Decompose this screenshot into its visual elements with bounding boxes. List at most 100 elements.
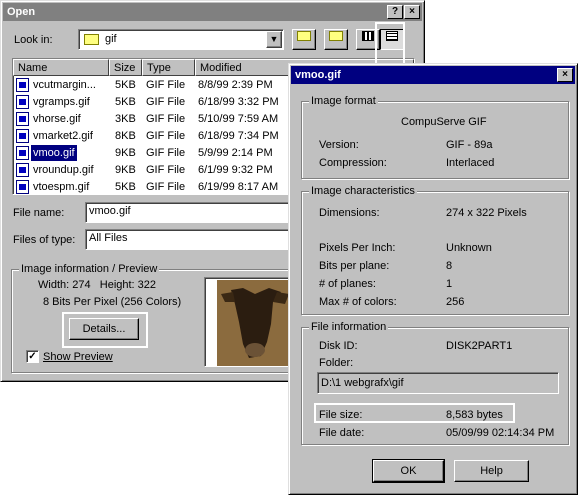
look-in-value: gif xyxy=(105,33,117,45)
info-dialog-titlebar[interactable]: vmoo.gif × xyxy=(291,66,575,84)
file-name-input[interactable]: vmoo.gif xyxy=(85,202,295,223)
folder-icon xyxy=(84,34,99,45)
file-name: vhorse.gif xyxy=(33,113,81,125)
open-dialog-titlebar[interactable]: Open ? × xyxy=(3,3,422,21)
compression-value: Interlaced xyxy=(446,157,495,169)
gif-file-icon xyxy=(16,129,29,143)
chevron-down-icon[interactable]: ▼ xyxy=(266,31,282,48)
list-view-button[interactable] xyxy=(356,29,380,50)
format-name: CompuServe GIF xyxy=(401,116,487,128)
file-name-label: File name: xyxy=(13,207,65,219)
look-in-combo[interactable]: gif ▼ xyxy=(78,29,284,50)
gif-file-icon xyxy=(16,78,29,92)
file-type: GIF File xyxy=(146,164,186,176)
up-folder-icon xyxy=(297,31,311,41)
info-dialog-title: vmoo.gif xyxy=(295,69,341,81)
file-name: vcutmargin... xyxy=(33,79,96,91)
file-size-value: 8,583 bytes xyxy=(446,409,503,421)
close-button[interactable]: × xyxy=(404,5,420,19)
dimensions-label: Dimensions: xyxy=(319,207,380,219)
checkmark-icon: ✓ xyxy=(28,351,37,362)
max-colors-value: 256 xyxy=(446,296,465,308)
file-size: 3KB xyxy=(115,113,136,125)
ok-button[interactable]: OK xyxy=(372,459,445,483)
image-format-label: Image format xyxy=(309,95,378,107)
file-name: vtoespm.gif xyxy=(33,181,90,193)
details-view-button[interactable] xyxy=(380,29,404,50)
file-name: vmarket2.gif xyxy=(33,130,93,142)
column-header-size[interactable]: Size xyxy=(109,59,142,76)
width-height-text: Width: 274 Height: 322 xyxy=(38,279,157,291)
details-view-icon xyxy=(386,31,398,41)
version-label: Version: xyxy=(319,139,359,151)
max-colors-label: Max # of colors: xyxy=(319,296,397,308)
gif-file-icon xyxy=(16,112,29,126)
compression-label: Compression: xyxy=(319,157,387,169)
file-size: 9KB xyxy=(115,147,136,159)
list-view-icon xyxy=(362,31,374,41)
file-name: vroundup.gif xyxy=(33,164,94,176)
ppi-value: Unknown xyxy=(446,242,492,254)
folder-label: Folder: xyxy=(319,357,354,369)
ppi-label: Pixels Per Inch: xyxy=(319,242,396,254)
show-preview-label: Show Preview xyxy=(43,351,113,363)
file-type: GIF File xyxy=(146,147,186,159)
files-of-type-label: Files of type: xyxy=(13,234,76,246)
file-modified: 6/1/99 9:32 PM xyxy=(198,164,273,176)
file-name: vgramps.gif xyxy=(33,96,90,108)
disk-id-value: DISK2PART1 xyxy=(446,340,513,352)
details-button[interactable]: Details... xyxy=(69,318,139,340)
open-dialog-title: Open xyxy=(7,6,36,18)
file-size: 5KB xyxy=(115,96,136,108)
cow-preview-image xyxy=(217,280,291,366)
image-info-preview-label: Image information / Preview xyxy=(19,263,160,275)
disk-id-label: Disk ID: xyxy=(319,340,358,352)
close-button[interactable]: × xyxy=(557,68,573,82)
new-folder-icon xyxy=(329,31,343,41)
file-size-label: File size: xyxy=(319,409,363,421)
version-value: GIF - 89a xyxy=(446,139,493,151)
file-date-value: 05/09/99 02:14:34 PM xyxy=(446,427,555,439)
gif-file-icon xyxy=(16,146,29,160)
preview-pane xyxy=(204,277,294,367)
image-characteristics-label: Image characteristics xyxy=(309,185,417,197)
planes-value: 1 xyxy=(446,278,453,290)
help-button[interactable]: Help xyxy=(454,460,529,482)
info-dialog: vmoo.gif × Image format CompuServe GIF V… xyxy=(288,63,578,495)
file-modified: 5/9/99 2:14 PM xyxy=(198,147,273,159)
files-of-type-select[interactable]: All Files xyxy=(85,229,295,250)
file-size: 8KB xyxy=(115,130,136,142)
show-preview-checkbox[interactable]: ✓ xyxy=(26,350,39,363)
file-modified: 6/19/99 8:17 AM xyxy=(198,181,279,193)
file-type: GIF File xyxy=(146,113,186,125)
look-in-label: Look in: xyxy=(14,34,53,46)
file-modified: 8/8/99 2:39 PM xyxy=(198,79,273,91)
dimensions-value: 274 x 322 Pixels xyxy=(446,207,527,219)
file-modified: 6/18/99 7:34 PM xyxy=(198,130,279,142)
up-one-level-button[interactable] xyxy=(292,29,316,50)
folder-value: D:\1 webgrafx\gif xyxy=(317,372,559,394)
file-name: vmoo.gif xyxy=(29,143,79,163)
planes-label: # of planes: xyxy=(319,278,376,290)
help-button[interactable]: ? xyxy=(387,5,403,19)
file-type: GIF File xyxy=(146,96,186,108)
file-size: 5KB xyxy=(115,79,136,91)
new-folder-button[interactable] xyxy=(324,29,348,50)
file-type: GIF File xyxy=(146,181,186,193)
gif-file-icon xyxy=(16,163,29,177)
file-type: GIF File xyxy=(146,79,186,91)
file-information-label: File information xyxy=(309,321,389,333)
bits-per-plane-label: Bits per plane: xyxy=(319,260,390,272)
file-date-label: File date: xyxy=(319,427,365,439)
bits-per-pixel-text: 8 Bits Per Pixel (256 Colors) xyxy=(43,296,182,308)
gif-file-icon xyxy=(16,180,29,194)
file-size: 9KB xyxy=(115,164,136,176)
file-size: 5KB xyxy=(115,181,136,193)
gif-file-icon xyxy=(16,95,29,109)
file-type: GIF File xyxy=(146,130,186,142)
bits-per-plane-value: 8 xyxy=(446,260,453,272)
column-header-name[interactable]: Name xyxy=(13,59,109,76)
file-modified: 5/10/99 7:59 AM xyxy=(198,113,279,125)
column-header-type[interactable]: Type xyxy=(142,59,195,76)
cow-muzzle xyxy=(245,343,265,357)
